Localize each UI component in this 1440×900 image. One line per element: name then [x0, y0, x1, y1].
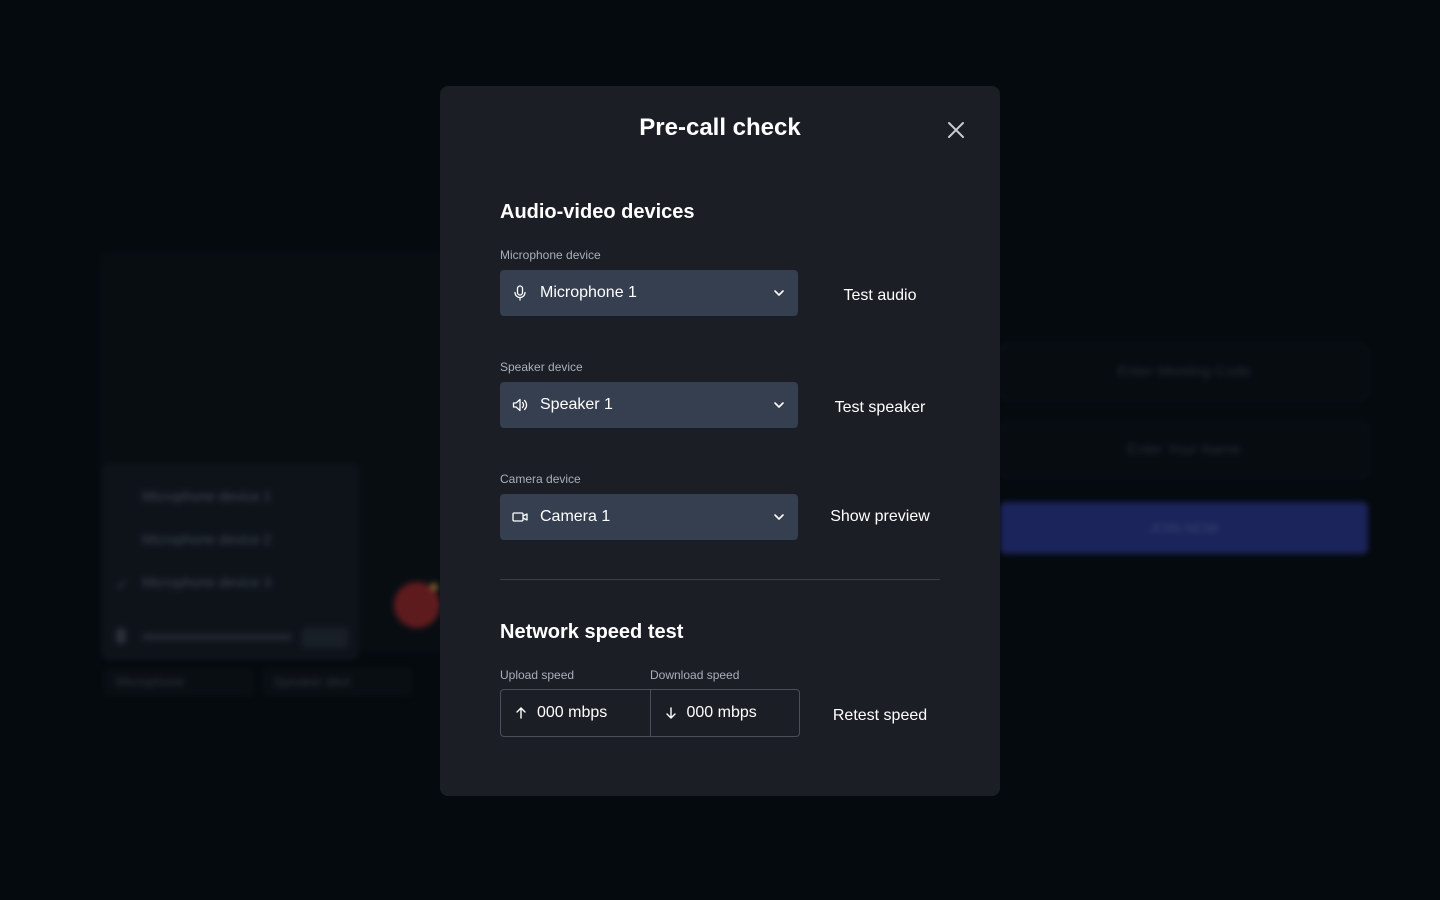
chevron-down-icon — [774, 514, 784, 520]
speaker-select-value: Speaker 1 — [540, 396, 613, 413]
section-divider — [500, 579, 940, 580]
camera-label: Camera device — [500, 472, 581, 486]
notification-dot — [430, 583, 438, 591]
av-section-title: Audio-video devices — [500, 201, 695, 223]
pre-call-check-dialog: Pre-call check Audio-video devices Micro… — [440, 86, 1000, 796]
background-test-button — [302, 628, 348, 648]
upload-speed-cell: 000 mbps — [501, 690, 650, 736]
meeting-code-input: Enter Meeting Code — [1000, 344, 1368, 400]
microphone-label: Microphone device — [500, 248, 601, 262]
background-mic-dropdown: Microphone device 1 Microphone device 2 … — [102, 464, 358, 660]
upload-speed-value: 000 mbps — [537, 704, 608, 721]
camera-select-value: Camera 1 — [540, 508, 611, 525]
show-preview-button[interactable]: Show preview — [810, 497, 950, 537]
microphone-icon — [512, 285, 528, 301]
background-mic-control: Microphone — [104, 668, 254, 696]
upload-speed-label: Upload speed — [500, 668, 575, 682]
retest-speed-button[interactable]: Retest speed — [810, 696, 950, 736]
microphone-select-value: Microphone 1 — [540, 284, 637, 301]
arrow-up-icon — [516, 707, 526, 719]
name-input: Enter Your Name — [1000, 422, 1368, 478]
speaker-icon — [512, 397, 528, 413]
check-icon: ✓ — [116, 576, 128, 592]
dialog-title: Pre-call check — [639, 114, 801, 141]
speed-results: 000 mbps 000 mbps — [500, 689, 800, 737]
close-icon — [948, 122, 964, 138]
chevron-down-icon — [774, 290, 784, 296]
background-dropdown-item: Microphone device 2 — [142, 531, 272, 547]
chevron-down-icon — [774, 402, 784, 408]
arrow-down-icon — [665, 707, 676, 719]
test-speaker-button[interactable]: Test speaker — [810, 388, 950, 428]
background-speaker-control: Speaker devi — [262, 668, 412, 696]
speaker-label: Speaker device — [500, 360, 583, 374]
download-speed-value: 000 mbps — [686, 704, 757, 721]
camera-select[interactable]: Camera 1 — [500, 494, 798, 540]
camera-icon — [512, 509, 528, 525]
network-section-title: Network speed test — [500, 621, 684, 643]
microphone-icon — [116, 628, 126, 644]
test-audio-button[interactable]: Test audio — [810, 276, 950, 316]
background-dropdown-item: Microphone device 3 — [142, 574, 272, 590]
audio-level-bar — [142, 634, 292, 640]
download-speed-label: Download speed — [650, 668, 740, 682]
close-button[interactable] — [944, 118, 968, 142]
microphone-select[interactable]: Microphone 1 — [500, 270, 798, 316]
speaker-select[interactable]: Speaker 1 — [500, 382, 798, 428]
join-button: JOIN NOW — [1000, 502, 1368, 554]
download-speed-cell: 000 mbps — [649, 690, 800, 736]
background-dropdown-item: Microphone device 1 — [142, 488, 272, 504]
